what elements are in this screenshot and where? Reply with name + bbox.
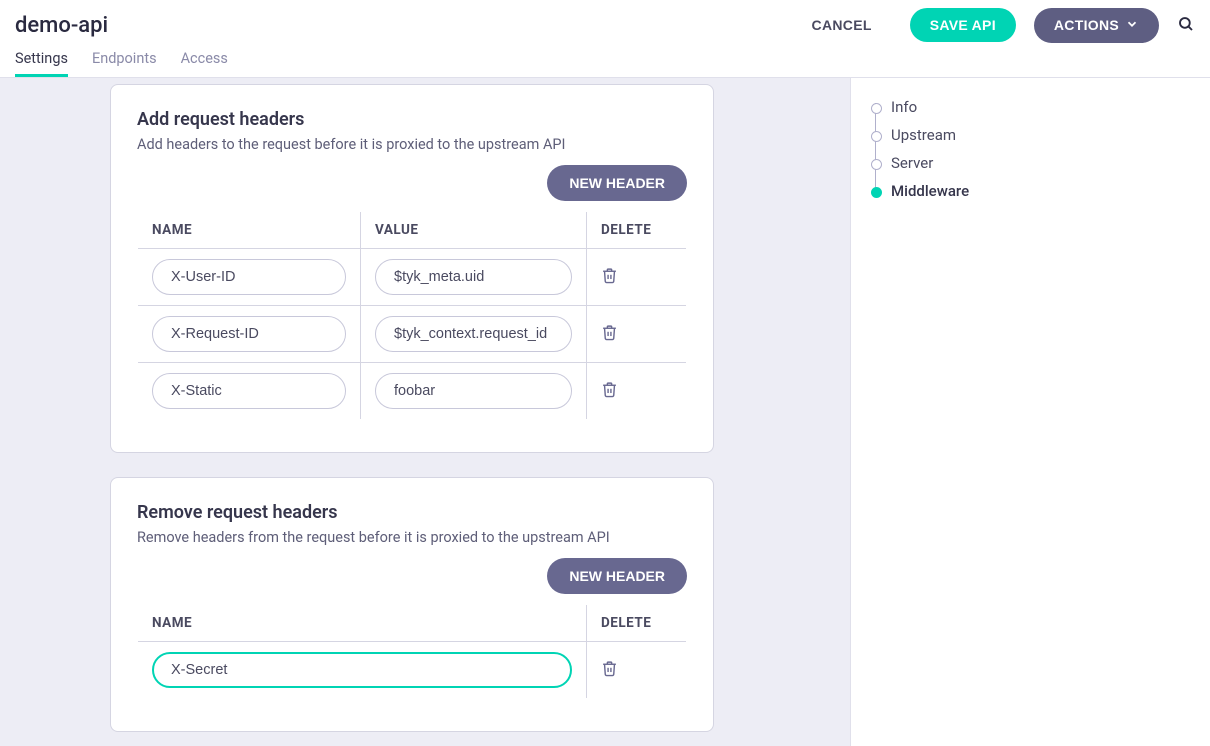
table-row bbox=[138, 363, 687, 420]
header-value-input[interactable] bbox=[375, 259, 572, 295]
save-api-button[interactable]: SAVE API bbox=[910, 8, 1016, 42]
trash-icon bbox=[601, 660, 618, 680]
card-description: Remove headers from the request before i… bbox=[137, 529, 687, 546]
tab-endpoints[interactable]: Endpoints bbox=[92, 50, 157, 74]
header-name-input[interactable] bbox=[152, 373, 346, 409]
col-header-value: VALUE bbox=[361, 212, 587, 249]
card-title: Remove request headers bbox=[137, 502, 687, 523]
card-description: Add headers to the request before it is … bbox=[137, 136, 687, 153]
search-icon bbox=[1177, 15, 1195, 36]
cancel-button[interactable]: CANCEL bbox=[792, 8, 892, 42]
col-header-name: NAME bbox=[138, 212, 361, 249]
add-request-headers-card: Add request headers Add headers to the r… bbox=[110, 84, 714, 453]
remove-headers-table: NAME DELETE bbox=[137, 604, 687, 699]
header-name-input[interactable] bbox=[152, 316, 346, 352]
new-header-button[interactable]: NEW HEADER bbox=[547, 558, 687, 594]
trash-icon bbox=[601, 267, 618, 287]
sidebar-item-info[interactable]: Info bbox=[891, 93, 1190, 121]
sidebar-item-upstream[interactable]: Upstream bbox=[891, 121, 1190, 149]
card-title: Add request headers bbox=[137, 109, 687, 130]
header-name-input[interactable] bbox=[152, 259, 346, 295]
tabs: Settings Endpoints Access bbox=[0, 50, 1210, 78]
delete-row-button[interactable] bbox=[601, 267, 618, 287]
sidebar-item-server[interactable]: Server bbox=[891, 149, 1190, 177]
page-title: demo-api bbox=[15, 13, 108, 38]
delete-row-button[interactable] bbox=[601, 324, 618, 344]
chevron-down-icon bbox=[1125, 17, 1139, 34]
delete-row-button[interactable] bbox=[601, 381, 618, 401]
tab-settings[interactable]: Settings bbox=[15, 50, 68, 77]
remove-request-headers-card: Remove request headers Remove headers fr… bbox=[110, 477, 714, 732]
trash-icon bbox=[601, 324, 618, 344]
col-header-delete: DELETE bbox=[587, 605, 687, 642]
table-row bbox=[138, 306, 687, 363]
table-row bbox=[138, 642, 687, 699]
new-header-button[interactable]: NEW HEADER bbox=[547, 165, 687, 201]
trash-icon bbox=[601, 381, 618, 401]
sidebar-nav: Info Upstream Server Middleware bbox=[850, 78, 1210, 746]
header-value-input[interactable] bbox=[375, 316, 572, 352]
tab-access[interactable]: Access bbox=[181, 50, 228, 74]
header-value-input[interactable] bbox=[375, 373, 572, 409]
topbar: demo-api CANCEL SAVE API ACTIONS bbox=[0, 0, 1210, 50]
delete-row-button[interactable] bbox=[601, 660, 618, 680]
actions-button[interactable]: ACTIONS bbox=[1034, 8, 1159, 43]
actions-button-label: ACTIONS bbox=[1054, 17, 1119, 33]
sidebar-item-middleware[interactable]: Middleware bbox=[891, 177, 1190, 205]
search-button[interactable] bbox=[1177, 15, 1195, 36]
add-headers-table: NAME VALUE DELETE bbox=[137, 211, 687, 420]
col-header-delete: DELETE bbox=[587, 212, 687, 249]
topbar-actions: CANCEL SAVE API ACTIONS bbox=[792, 8, 1195, 43]
header-name-input[interactable] bbox=[152, 652, 572, 688]
table-row bbox=[138, 249, 687, 306]
col-header-name: NAME bbox=[138, 605, 587, 642]
